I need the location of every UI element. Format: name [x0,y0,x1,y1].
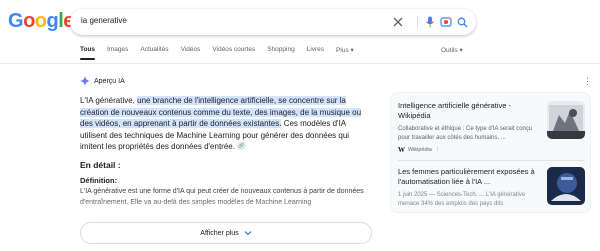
source-title[interactable]: Les femmes particulièrement exposées à l… [398,167,538,187]
tools-button[interactable]: Outils ▾ [441,46,463,54]
search-divider [417,16,418,28]
search-tabs: Tous Images Actualités Vidéos Vidéos cou… [80,46,366,60]
show-more-label: Afficher plus [200,229,239,237]
ai-overview-label: Aperçu IA [94,77,125,85]
definition-heading: Définition: [80,176,118,185]
summary-intro: L'IA générative, [80,96,138,105]
source-name: Wikipédia [408,147,432,153]
chevron-down-icon: ▾ [350,47,354,54]
search-icon[interactable] [454,14,470,30]
link-icon[interactable]: 🔗 [236,141,246,150]
tab-books[interactable]: Livres [307,46,324,54]
show-more-button[interactable]: Afficher plus [80,222,372,244]
tab-shopping[interactable]: Shopping [267,46,294,54]
logo-letter: g [46,10,59,32]
source-snippet: 1 juin 2025 — Sciences-Tech. ... L'IA gé… [398,192,526,207]
search-input[interactable]: ia generative [81,16,127,25]
source-title[interactable]: Intelligence artificielle générative - W… [398,101,538,121]
card-divider [398,160,585,161]
wikipedia-icon: W [398,146,405,154]
source-attribution: W Wikipédia ⋮ [398,146,583,154]
logo-letter: o [23,10,35,32]
tab-videos[interactable]: Vidéos [181,46,201,54]
microphone-icon[interactable] [422,14,438,30]
tab-images[interactable]: Images [107,46,128,54]
search-bar[interactable]: ia generative [70,9,476,35]
tab-more-label: Plus [336,47,349,54]
logo-letter: o [34,10,47,32]
lens-icon[interactable] [438,14,454,30]
source-thumbnail[interactable] [547,101,585,139]
ai-overview-summary: L'IA générative, une branche de l'intell… [80,95,372,153]
header-divider [0,63,600,64]
more-options-icon[interactable]: ⋮ [435,147,441,153]
google-logo[interactable]: Google [8,10,74,33]
detail-heading: En détail : [80,160,121,170]
clear-icon[interactable] [390,14,406,30]
chevron-down-icon [244,231,252,236]
sparkle-icon [80,76,90,86]
chevron-down-icon: ▾ [459,47,463,54]
source-thumbnail[interactable] [547,167,585,205]
logo-letter: G [8,10,24,32]
tools-label: Outils [441,47,458,54]
tab-more[interactable]: Plus ▾ [336,46,354,54]
tab-short-videos[interactable]: Vidéos courtes [212,46,255,54]
more-options-icon[interactable]: ⋮ [583,76,592,87]
tab-all[interactable]: Tous [80,46,96,60]
tab-news[interactable]: Actualités [140,46,168,54]
source-snippet: Collaborative et éthique : Ce type d'IA … [398,126,533,141]
ai-overview-header: Aperçu IA [80,76,125,86]
